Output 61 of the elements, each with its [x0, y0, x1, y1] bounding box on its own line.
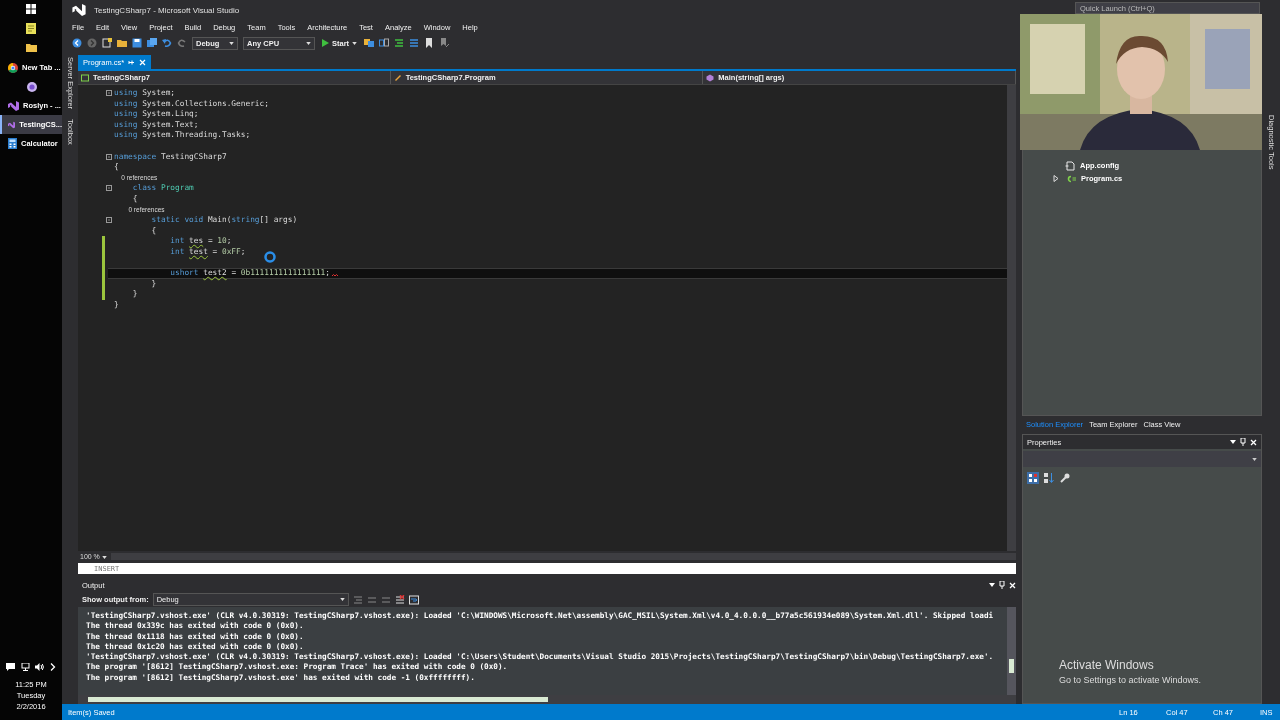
save-all-icon[interactable]: [147, 38, 157, 48]
caret-icon[interactable]: [339, 598, 345, 601]
chevron-right-icon[interactable]: [50, 663, 57, 671]
scrollbar[interactable]: [1007, 607, 1016, 695]
caret-icon[interactable]: [229, 41, 234, 45]
calculator-icon: [8, 138, 17, 149]
window-title: TestingCSharp7 - Microsoft Visual Studio: [94, 5, 240, 15]
dropdown-arrow-icon[interactable]: [1252, 457, 1257, 461]
wrench-icon[interactable]: [1059, 472, 1071, 484]
scrollbar-thumb[interactable]: [88, 697, 548, 702]
collapse-icon[interactable]: [106, 90, 112, 96]
new-project-icon[interactable]: [102, 38, 112, 48]
clear-all-icon[interactable]: [394, 594, 405, 605]
open-folder-icon[interactable]: [117, 38, 127, 48]
folder-icon[interactable]: [25, 43, 37, 52]
activation-hint: Go to Settings to activate Windows.: [1059, 675, 1203, 685]
windows-logo-icon[interactable]: [26, 4, 36, 14]
method-icon: [706, 73, 715, 82]
pin-icon[interactable]: [1240, 438, 1246, 446]
collapse-icon[interactable]: [106, 185, 112, 192]
note-icon[interactable]: [26, 23, 36, 34]
app-circle-icon: [27, 81, 37, 92]
redo-icon[interactable]: [177, 38, 187, 48]
project-icon: [81, 73, 89, 82]
scrollbar-thumb[interactable]: [1009, 659, 1014, 673]
caret-icon[interactable]: [306, 41, 311, 45]
categorized-icon[interactable]: [1027, 472, 1039, 484]
word-wrap-icon[interactable]: [408, 594, 419, 605]
scrollbar[interactable]: [1007, 85, 1016, 551]
play-icon: [322, 39, 329, 47]
next-bookmark-icon[interactable]: [439, 38, 450, 48]
collapse-icon[interactable]: [106, 153, 112, 160]
caret-icon[interactable]: [101, 556, 107, 559]
chat-icon[interactable]: [5, 663, 15, 671]
forward-icon[interactable]: [87, 38, 97, 48]
infinity-logo-icon: [8, 100, 19, 111]
pin-icon[interactable]: [128, 58, 136, 66]
bookmark-icon[interactable]: [424, 38, 435, 48]
dropdown-arrow-icon[interactable]: [989, 583, 995, 587]
dropdown-arrow-icon[interactable]: [1230, 440, 1236, 444]
close-icon[interactable]: [1250, 438, 1257, 446]
document-icon: [1065, 160, 1075, 171]
infinity-logo-icon: [8, 119, 16, 130]
back-icon[interactable]: [72, 38, 82, 48]
browser-icon: [8, 62, 18, 73]
csharp-file-icon: [1066, 174, 1076, 183]
infinity-logo-icon: [72, 4, 86, 16]
activation-title: Activate Windows: [1059, 658, 1155, 672]
pin-icon[interactable]: [999, 581, 1005, 589]
network-icon[interactable]: [20, 663, 30, 671]
caret-icon[interactable]: [352, 41, 358, 45]
click-indicator-icon: [264, 251, 276, 263]
save-icon[interactable]: [132, 38, 142, 48]
undo-icon[interactable]: [162, 38, 172, 48]
speaker-icon[interactable]: [35, 663, 45, 671]
collapse-icon[interactable]: [106, 217, 112, 224]
close-icon[interactable]: [1009, 581, 1016, 589]
scrollbar[interactable]: [78, 695, 1016, 704]
class-icon: [393, 73, 402, 82]
sort-alphabetical-icon[interactable]: [1043, 472, 1055, 484]
expand-arrow-icon[interactable]: [1053, 175, 1059, 182]
